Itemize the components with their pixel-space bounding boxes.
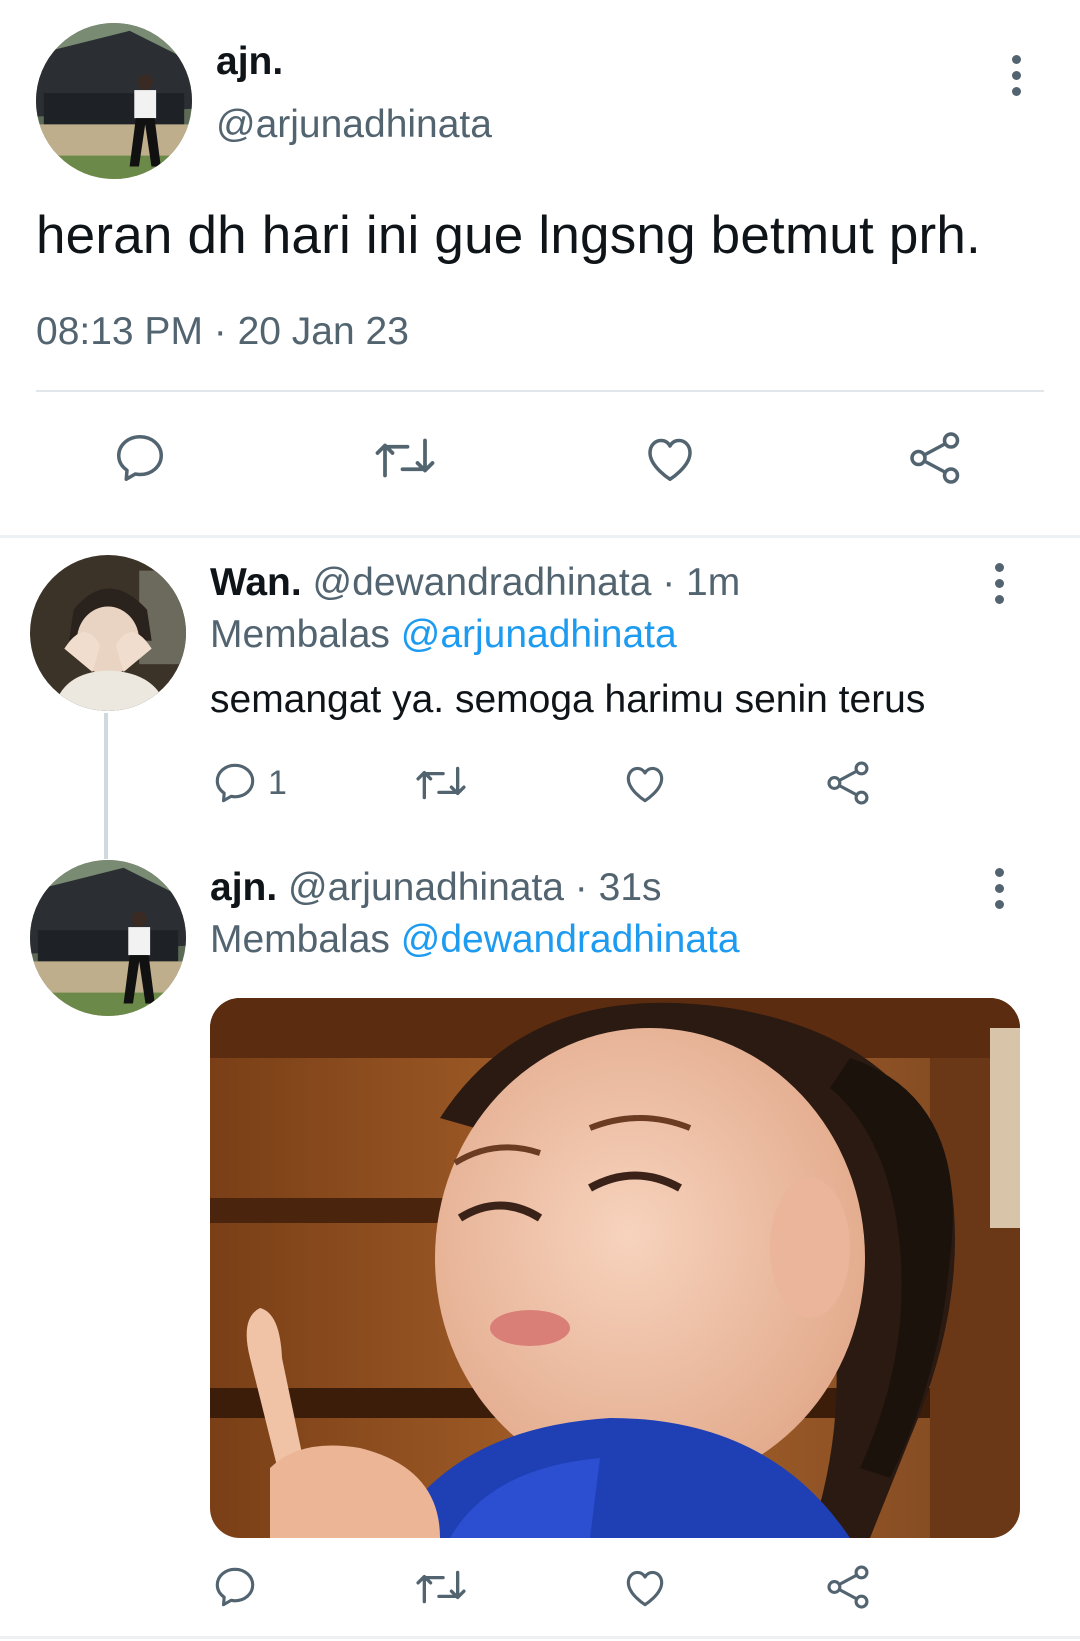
- like-icon: [626, 1570, 664, 1607]
- reply-button[interactable]: 1: [210, 758, 287, 808]
- author-handle[interactable]: @arjunadhinata: [216, 103, 492, 147]
- like-icon: [648, 438, 692, 481]
- thread-connector-line: [104, 713, 108, 859]
- more-options-button[interactable]: [979, 860, 1019, 916]
- more-dot: [994, 594, 1004, 604]
- gif-image: [210, 998, 1020, 1538]
- retweet-button[interactable]: [413, 1562, 469, 1612]
- replying-to-line: Membalas @arjunadhinata: [210, 613, 677, 657]
- replying-to-label: Membalas: [210, 613, 401, 656]
- reply-display-name[interactable]: ajn.: [210, 866, 277, 909]
- avatar-photo: [30, 860, 186, 1016]
- reply-header: Wan. @dewandradhinata · 1m: [210, 561, 740, 605]
- replying-to-label: Membalas: [210, 918, 401, 961]
- more-dot: [994, 562, 1004, 572]
- share-icon: [910, 432, 960, 484]
- reply-text: semangat ya. semoga harimu senin terus: [210, 678, 926, 721]
- tweet-text: heran dh hari ini gue lngsng betmut prh.: [36, 206, 981, 265]
- share-icon: [827, 1565, 869, 1609]
- more-dot: [994, 883, 1004, 893]
- retweet-icon: [375, 438, 435, 478]
- avatar-photo: [36, 23, 192, 179]
- tweet-action-bar: [0, 428, 1080, 498]
- reply-media-gif[interactable]: [210, 998, 1020, 1538]
- more-options-button[interactable]: [996, 47, 1036, 103]
- section-divider: [0, 1636, 1080, 1639]
- more-options-button[interactable]: [979, 555, 1019, 611]
- author-display-name[interactable]: ajn.: [216, 40, 283, 84]
- reply-button[interactable]: [210, 1562, 260, 1612]
- more-dot: [994, 899, 1004, 909]
- retweet-icon: [416, 766, 466, 800]
- share-button[interactable]: [824, 1562, 874, 1612]
- retweet-button[interactable]: [372, 428, 438, 488]
- reply-author-avatar[interactable]: [30, 860, 186, 1016]
- author-avatar[interactable]: [36, 23, 192, 179]
- replying-to-mention[interactable]: @dewandradhinata: [401, 918, 740, 961]
- like-button[interactable]: [620, 758, 670, 808]
- more-dot: [1011, 54, 1021, 64]
- reply-author-avatar[interactable]: [30, 555, 186, 711]
- more-dot: [994, 578, 1004, 588]
- reply-handle-time[interactable]: @arjunadhinata · 31s: [277, 866, 662, 909]
- divider: [36, 390, 1044, 392]
- reply-button[interactable]: [110, 428, 170, 488]
- replying-to-mention[interactable]: @arjunadhinata: [401, 613, 677, 656]
- avatar-photo: [30, 555, 186, 711]
- like-icon: [626, 766, 664, 803]
- more-dot: [1011, 86, 1021, 96]
- reply-display-name[interactable]: Wan.: [210, 561, 302, 604]
- reply-header: ajn. @arjunadhinata · 31s: [210, 866, 662, 910]
- more-dot: [994, 867, 1004, 877]
- share-button[interactable]: [906, 428, 966, 488]
- retweet-button[interactable]: [413, 758, 469, 808]
- more-dot: [1011, 70, 1021, 80]
- tweet-thread-page: ajn. @arjunadhinata heran dh hari ini gu…: [0, 0, 1080, 1641]
- reply-count: 1: [268, 763, 287, 802]
- retweet-icon: [416, 1570, 466, 1604]
- reply-icon: [215, 763, 255, 803]
- share-button[interactable]: [824, 758, 874, 808]
- like-button[interactable]: [640, 428, 700, 488]
- tweet-timestamp[interactable]: 08:13 PM · 20 Jan 23: [36, 310, 409, 354]
- share-icon: [827, 761, 869, 805]
- replying-to-line: Membalas @dewandradhinata: [210, 918, 740, 962]
- reply-icon: [215, 1567, 255, 1607]
- reply-handle-time[interactable]: @dewandradhinata · 1m: [302, 561, 741, 604]
- reply-icon: [117, 435, 163, 481]
- section-divider: [0, 535, 1080, 538]
- like-button[interactable]: [620, 1562, 670, 1612]
